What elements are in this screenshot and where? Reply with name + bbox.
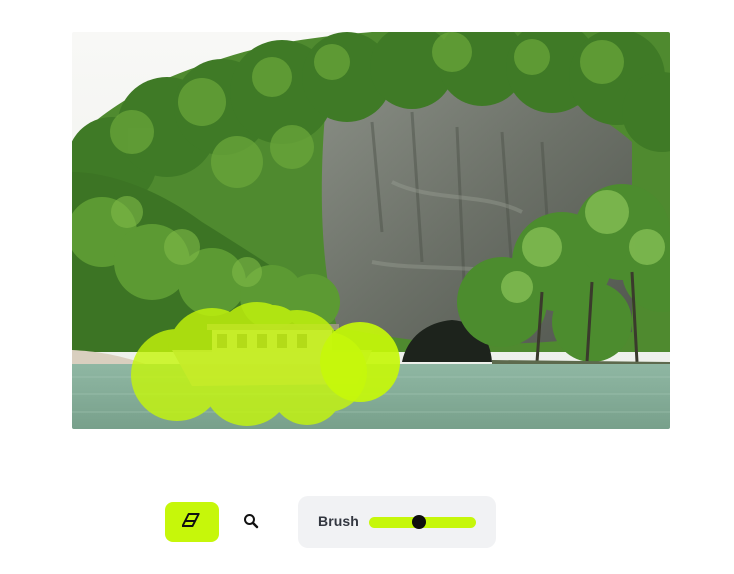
brush-size-slider[interactable] xyxy=(369,515,476,529)
brush-cursor xyxy=(320,322,400,402)
slider-thumb[interactable] xyxy=(412,515,427,529)
brush-size-panel: Brush xyxy=(298,496,496,548)
magnifier-icon xyxy=(243,513,259,532)
editor-stage: Brush xyxy=(0,0,734,574)
eraser-icon xyxy=(181,512,202,533)
brush-label: Brush xyxy=(318,513,359,529)
zoom-button[interactable] xyxy=(237,506,265,538)
editor-toolbar: Brush xyxy=(165,496,505,550)
eraser-button[interactable] xyxy=(165,502,219,542)
photo-canvas[interactable] xyxy=(72,32,670,429)
landscape-photo xyxy=(72,32,670,429)
